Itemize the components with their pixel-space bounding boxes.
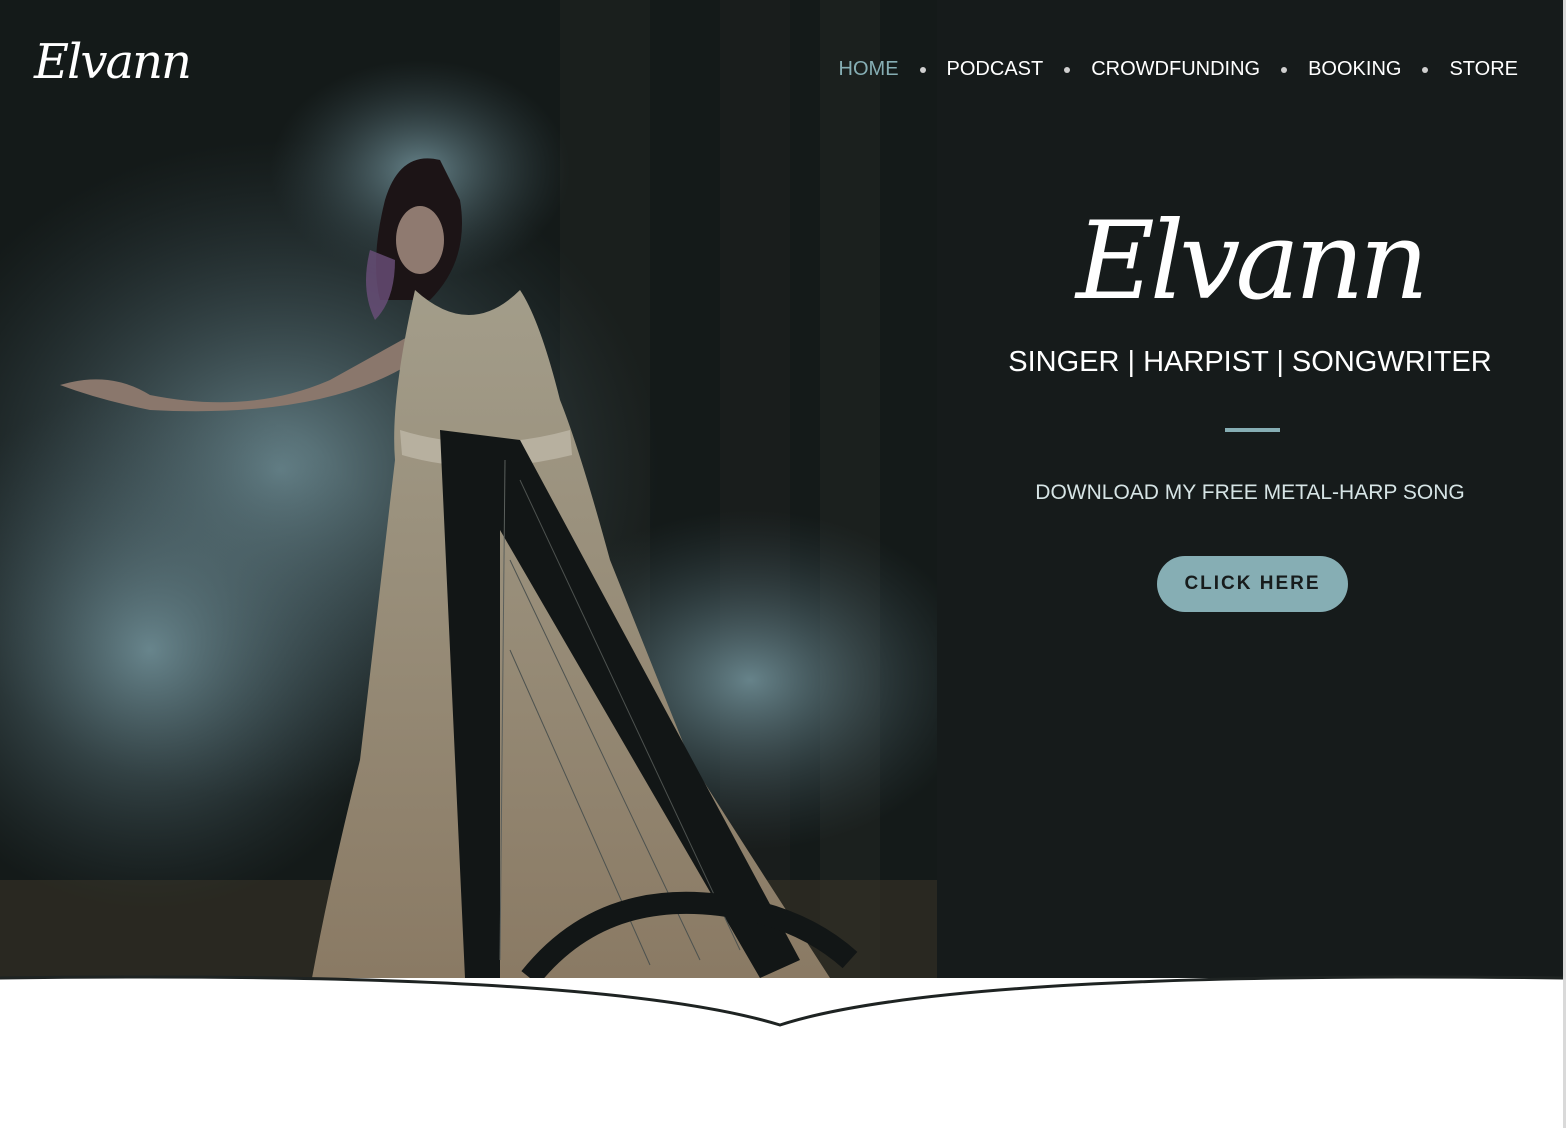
nav-item-crowdfunding[interactable]: CROWDFUNDING	[1091, 58, 1260, 81]
hero-section: Elvann HOME PODCAST CROWDFUNDING BOOKING…	[0, 0, 1563, 978]
site-logo[interactable]: Elvann	[34, 38, 192, 86]
download-promo-text: DOWNLOAD MY FREE METAL-HARP SONG	[1035, 481, 1465, 504]
section-divider-curve	[0, 975, 1563, 1030]
nav-item-home[interactable]: HOME	[839, 58, 899, 81]
bullet-dot-icon	[919, 66, 926, 73]
hero-photo	[0, 0, 937, 978]
nav-item-store[interactable]: STORE	[1449, 58, 1518, 81]
nav-item-booking[interactable]: BOOKING	[1308, 58, 1401, 81]
click-here-button[interactable]: CLICK HERE	[1157, 556, 1348, 612]
hero-logo-title: Elvann	[1076, 199, 1429, 324]
main-nav: HOME PODCAST CROWDFUNDING BOOKING STORE	[839, 58, 1518, 81]
bullet-dot-icon	[1281, 66, 1288, 73]
harpist-photo-illustration	[0, 0, 937, 978]
hero-tagline: SINGER | HARPIST | SONGWRITER	[1008, 346, 1492, 378]
divider-line	[1225, 428, 1280, 432]
hero-content: Elvann SINGER | HARPIST | SONGWRITER DOW…	[937, 0, 1563, 978]
bullet-dot-icon	[1064, 66, 1071, 73]
bullet-dot-icon	[1422, 66, 1429, 73]
nav-item-podcast[interactable]: PODCAST	[947, 58, 1044, 81]
